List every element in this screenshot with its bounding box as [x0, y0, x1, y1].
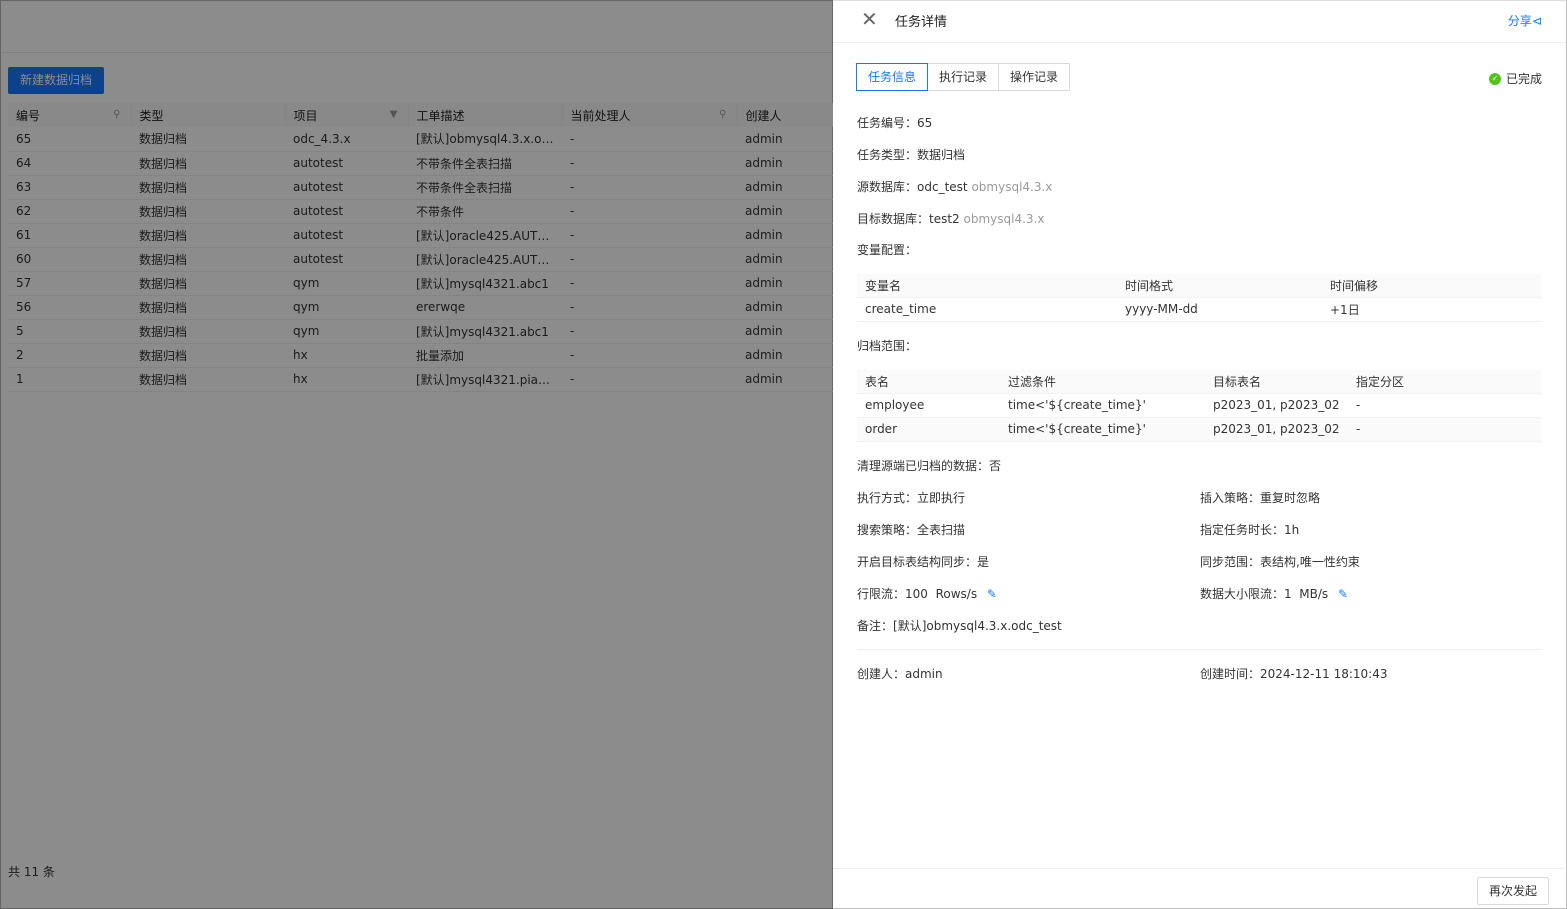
exec-mode-field: 执行方式：立即执行	[857, 491, 966, 505]
remark-field: 备注：[默认]obmysql4.3.x.odc_test	[857, 619, 1062, 633]
table-row: employee time<'${create_time}' p2023_01,…	[857, 392, 1541, 418]
size-limit-field: 数据大小限流：1 MB/s ✎	[1200, 587, 1349, 601]
detail-tabs: 任务信息 执行记录 操作记录	[856, 63, 1071, 91]
variables-table: 变量名 时间格式 时间偏移 create_time yyyy-MM-dd +1日	[857, 274, 1541, 322]
target-db-field: 目标数据库：test2 obmysql4.3.x	[857, 212, 1045, 226]
archive-range-label: 归档范围：	[857, 339, 918, 353]
status-badge: ✓ 已完成	[1488, 70, 1542, 87]
edit-icon[interactable]: ✎	[987, 587, 997, 601]
drawer-mask[interactable]	[0, 0, 833, 909]
variables-label: 变量配置：	[857, 243, 918, 257]
source-db-field: 源数据库：odc_test obmysql4.3.x	[857, 180, 1053, 194]
task-id-field: 任务编号：65	[857, 116, 933, 130]
edit-icon[interactable]: ✎	[1338, 587, 1348, 601]
table-header-row: 变量名 时间格式 时间偏移	[857, 274, 1541, 297]
sync-structure-field: 开启目标表结构同步：是	[857, 555, 990, 569]
row-limit-field: 行限流：100 Rows/s ✎	[857, 587, 997, 601]
task-type-field: 任务类型：数据归档	[857, 148, 966, 162]
archive-range-table: 表名 过滤条件 目标表名 指定分区 employee time<'${creat…	[857, 370, 1541, 442]
close-icon[interactable]: ✕	[861, 9, 878, 29]
table-row: create_time yyyy-MM-dd +1日	[857, 296, 1541, 322]
tab-task-info[interactable]: 任务信息	[856, 63, 929, 91]
insert-policy-field: 插入策略：重复时忽略	[1200, 491, 1321, 505]
share-icon: ⊲	[1531, 14, 1542, 28]
tab-execution-records[interactable]: 执行记录	[927, 63, 1000, 91]
task-detail-drawer: ✕ 任务详情 分享⊲ 任务信息 执行记录 操作记录 ✓ 已完成 任务编号：65 …	[833, 0, 1567, 909]
clean-source-field: 清理源端已归档的数据：否	[857, 459, 1002, 473]
sync-range-field: 同步范围：表结构,唯一性约束	[1200, 555, 1360, 569]
table-header-row: 表名 过滤条件 目标表名 指定分区	[857, 370, 1541, 393]
drawer-title: 任务详情	[895, 15, 948, 30]
drawer-header: ✕ 任务详情 分享⊲	[833, 1, 1566, 43]
table-row: order time<'${create_time}' p2023_01, p2…	[857, 416, 1541, 442]
check-circle-icon: ✓	[1488, 72, 1501, 85]
drawer-footer: 再次发起	[833, 868, 1565, 908]
duration-field: 指定任务时长：1h	[1200, 523, 1300, 537]
relaunch-button[interactable]: 再次发起	[1476, 877, 1549, 905]
search-policy-field: 搜索策略：全表扫描	[857, 523, 966, 537]
divider	[857, 649, 1541, 650]
creator-field: 创建人：admin	[857, 667, 943, 681]
created-time-field: 创建时间：2024-12-11 18:10:43	[1200, 667, 1388, 681]
tab-operation-records[interactable]: 操作记录	[998, 63, 1071, 91]
share-button[interactable]: 分享⊲	[1508, 12, 1542, 29]
